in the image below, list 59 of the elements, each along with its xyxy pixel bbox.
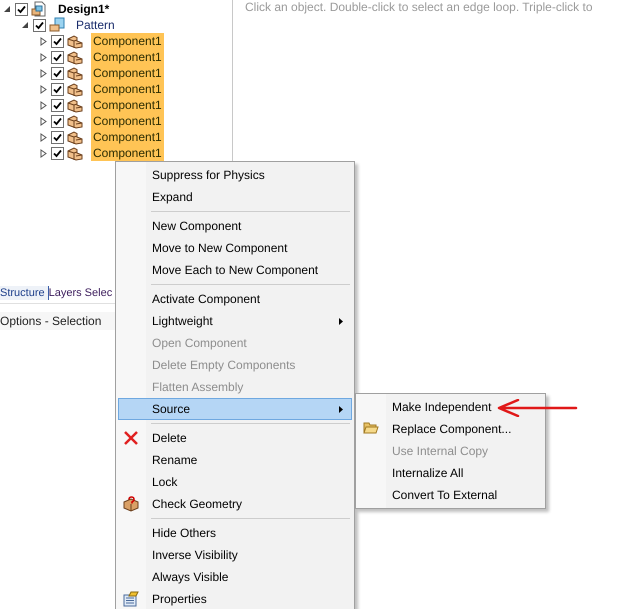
menu-item[interactable]: Always Visible: [118, 566, 352, 588]
checkbox[interactable]: [51, 130, 64, 144]
checkbox[interactable]: [51, 146, 64, 160]
menu-item[interactable]: New Component: [118, 215, 352, 237]
checkbox[interactable]: [51, 34, 64, 48]
properties-sheet-icon: [123, 591, 139, 607]
menu-item[interactable]: Properties: [118, 588, 352, 609]
tree-item-label[interactable]: Component1: [91, 113, 164, 129]
tree-item-label[interactable]: Component1: [91, 145, 164, 161]
component-blocks-icon: [67, 34, 84, 48]
tree-item-label[interactable]: Pattern: [74, 17, 117, 33]
menu-item[interactable]: Rename: [118, 449, 352, 471]
stacked-boxes-icon: [49, 17, 67, 33]
component-blocks-icon: [67, 146, 84, 160]
tree-item-label[interactable]: Component1: [91, 81, 164, 97]
checkbox[interactable]: [51, 98, 64, 112]
checkbox[interactable]: [51, 50, 64, 64]
menu-item[interactable]: Activate Component: [118, 288, 352, 310]
menu-item[interactable]: Check Geometry: [118, 493, 352, 515]
tree-item-label[interactable]: Design1*: [56, 1, 112, 17]
checkbox[interactable]: [33, 18, 46, 32]
menu-item[interactable]: Hide Others: [118, 522, 352, 544]
menu-item[interactable]: Internalize All: [358, 462, 543, 484]
component-blocks-icon: [67, 130, 84, 144]
menu-item[interactable]: Expand: [118, 186, 352, 208]
tree-item-label[interactable]: Component1: [91, 33, 164, 49]
tree-item-label[interactable]: Component1: [91, 97, 164, 113]
menu-item[interactable]: Lock: [118, 471, 352, 493]
box-question-icon: [123, 496, 139, 512]
tree-item-label[interactable]: Component1: [91, 65, 164, 81]
checkbox[interactable]: [15, 2, 28, 16]
checkbox[interactable]: [51, 114, 64, 128]
component-blocks-icon: [67, 82, 84, 96]
submenu-arrow-icon: [339, 318, 343, 325]
menu-item[interactable]: Replace Component...: [358, 418, 543, 440]
panel-tab[interactable]: Selec: [84, 286, 116, 300]
checkbox[interactable]: [51, 82, 64, 96]
hint-text: Click an object. Double-click to select an edge loop. Triple-click to: [245, 0, 594, 14]
menu-item[interactable]: Suppress for Physics: [118, 164, 352, 186]
menu-item[interactable]: Convert To External: [358, 484, 543, 506]
document-icon: [31, 1, 47, 17]
menu-item[interactable]: Inverse Visibility: [118, 544, 352, 566]
component-blocks-icon: [67, 50, 84, 64]
folder-icon: [363, 421, 379, 435]
delete-x-icon: [123, 430, 139, 446]
panel-tab[interactable]: Structure: [0, 286, 49, 300]
menu-item[interactable]: Move to New Component: [118, 237, 352, 259]
tree-item-label[interactable]: Component1: [91, 129, 164, 145]
submenu-arrow-icon: [339, 406, 343, 413]
component-blocks-icon: [67, 98, 84, 112]
menu-item[interactable]: Make Independent: [358, 396, 543, 418]
menu-item[interactable]: Move Each to New Component: [118, 259, 352, 281]
checkbox[interactable]: [51, 66, 64, 80]
menu-item[interactable]: Delete: [118, 427, 352, 449]
panel-tab[interactable]: Layers: [48, 286, 85, 300]
menu-item[interactable]: Source: [118, 398, 352, 420]
component-blocks-icon: [67, 114, 84, 128]
component-blocks-icon: [67, 66, 84, 80]
tree-item-label[interactable]: Component1: [91, 49, 164, 65]
